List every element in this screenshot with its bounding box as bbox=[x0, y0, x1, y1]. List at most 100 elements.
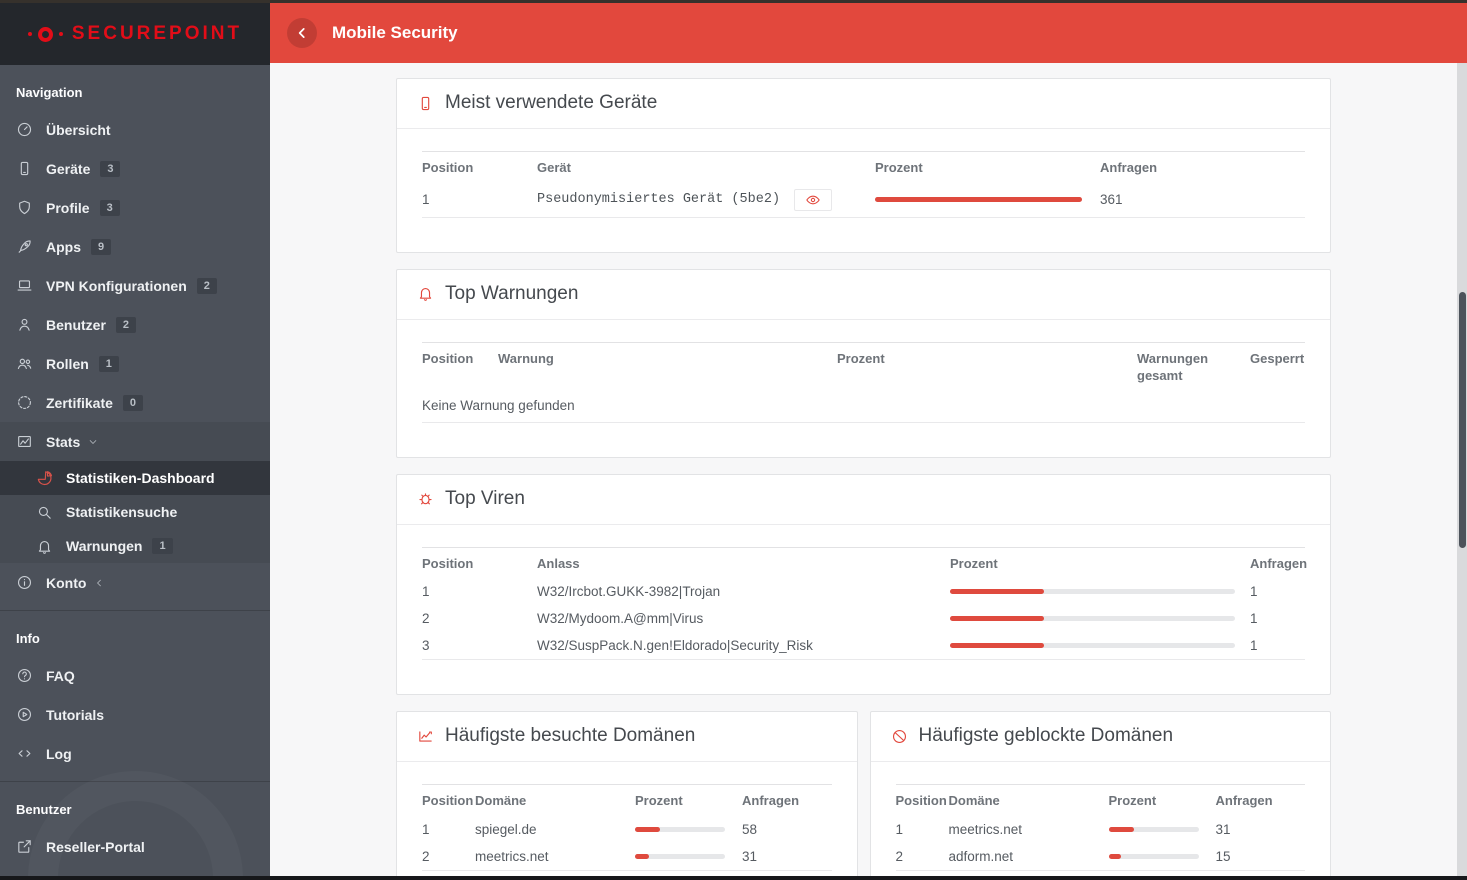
progress-track bbox=[875, 197, 1082, 203]
table-body: 1 W32/Ircbot.GUKK-3982|Trojan 1 2 W32/Mydoom… bbox=[422, 578, 1305, 661]
gauge-icon bbox=[16, 121, 33, 138]
cert-icon bbox=[16, 394, 33, 411]
column-header-domane: Domäne bbox=[948, 793, 1000, 809]
sidebar-nav: Navigation Übersicht Geräte 3 Profile 3 Apps 9 V… bbox=[0, 65, 270, 876]
table-body: 1 Pseudonymisiertes Gerät (5be2) 361 bbox=[422, 183, 1305, 218]
column-header-position: Position bbox=[422, 793, 474, 809]
table-header-row: Position Gerät Prozent Anfragen bbox=[422, 151, 1305, 183]
info-icon bbox=[16, 574, 33, 591]
position-cell: 2 bbox=[422, 611, 430, 627]
column-header-position: Position bbox=[422, 160, 474, 175]
percent-cell bbox=[950, 643, 1250, 649]
table-body: 1 meetrics.net 31 2 adform.net 15 bbox=[895, 816, 1306, 871]
position-cell: 2 bbox=[422, 848, 430, 864]
card-devices: Meist verwendete Geräte Position Gerät Proz… bbox=[396, 78, 1331, 253]
sidebar-item-label: Rollen bbox=[46, 355, 89, 372]
sidebar-item-zertifikate[interactable]: Zertifikate 0 bbox=[0, 383, 270, 422]
logo-dot-icon bbox=[58, 32, 63, 36]
card-header: Häufigste geblockte Domänen bbox=[870, 712, 1330, 763]
cell: 15 bbox=[1215, 848, 1231, 864]
sidebar-item-label: Stats bbox=[46, 433, 81, 450]
cell: 361 bbox=[1100, 192, 1123, 208]
sidebar-item-label: Warnungen bbox=[66, 538, 143, 554]
count-badge: 1 bbox=[152, 538, 173, 554]
phone-icon bbox=[16, 160, 33, 177]
sidebar-item-ubersicht[interactable]: Übersicht bbox=[0, 110, 270, 149]
sidebar-item-profile[interactable]: Profile 3 bbox=[0, 188, 270, 227]
sidebar-item-rollen[interactable]: Rollen 1 bbox=[0, 344, 270, 383]
device-cell: Pseudonymisiertes Gerät (5be2) bbox=[537, 188, 875, 211]
column-header-anfragen: Anfragen bbox=[1100, 160, 1158, 175]
cards-row: Häufigste besuchte Domänen Position Domäne… bbox=[396, 711, 1331, 876]
back-button[interactable] bbox=[287, 18, 317, 48]
rocket-icon bbox=[16, 238, 33, 255]
user-icon bbox=[16, 316, 33, 333]
sidebar-item-konto[interactable]: Konto bbox=[0, 563, 270, 602]
sidebar-item-label: Statistikensuche bbox=[66, 504, 178, 520]
sidebar-item-label: Statistiken-Dashboard bbox=[66, 470, 215, 486]
count-badge: 3 bbox=[99, 199, 120, 216]
laptop-icon bbox=[16, 277, 33, 294]
column-header-prozent: Prozent bbox=[837, 350, 885, 366]
card-body: Position Gerät Prozent Anfragen 1 Pseudonymis… bbox=[397, 129, 1330, 252]
cell: 31 bbox=[742, 848, 758, 864]
sidebar-item-gerate[interactable]: Geräte 3 bbox=[0, 149, 270, 188]
sidebar-item-tutorials[interactable]: Tutorials bbox=[0, 695, 270, 734]
table-row: 3 W32/SuspPack.N.gen!Eldorado|Security_Ri… bbox=[422, 632, 1305, 659]
table-body: 1 spiegel.de 58 2 meetrics.net 31 bbox=[422, 816, 832, 871]
table-header-row: Position Domäne Prozent Anfragen bbox=[422, 784, 832, 816]
table-row: 2 meetrics.net 31 bbox=[422, 843, 832, 870]
sidebar-item-label: Konto bbox=[46, 574, 87, 591]
cell: meetrics.net bbox=[948, 821, 1023, 837]
progress-track bbox=[635, 826, 725, 832]
position-cell: 1 bbox=[422, 584, 430, 600]
column-header-anlass: Anlass bbox=[537, 555, 580, 571]
card-title: Häufigste besuchte Domänen bbox=[445, 725, 696, 747]
cell: W32/SuspPack.N.gen!Eldorado|Security_Ris… bbox=[537, 638, 813, 654]
progress-fill bbox=[950, 616, 1045, 622]
sidebar-item-faq[interactable]: FAQ bbox=[0, 656, 270, 695]
sidebar-section-header: Navigation bbox=[16, 85, 83, 100]
card-title: Top Viren bbox=[445, 487, 525, 509]
count-badge: 2 bbox=[196, 277, 217, 294]
sidebar-item-label: Profile bbox=[46, 199, 90, 216]
view-device-button[interactable] bbox=[794, 188, 833, 211]
column-header-domane: Domäne bbox=[475, 793, 527, 809]
users-icon bbox=[16, 355, 33, 372]
window-bottom-edge bbox=[0, 876, 1467, 880]
code-icon bbox=[16, 745, 33, 762]
count-badge: 1 bbox=[98, 355, 119, 372]
sidebar-item-statistikensuche[interactable]: Statistikensuche bbox=[0, 495, 270, 529]
logo-text: SECUREPOINT bbox=[71, 23, 243, 44]
app-layout: SECUREPOINT Navigation Übersicht Geräte 3 Pr… bbox=[0, 3, 1467, 876]
table-row: 1 meetrics.net 31 bbox=[896, 816, 1306, 843]
sidebar-item-statistiken-dashboard[interactable]: Statistiken-Dashboard bbox=[0, 461, 270, 495]
sidebar-item-warnungen[interactable]: Warnungen 1 bbox=[0, 529, 270, 563]
sidebar-item-vpn-konfigurationen[interactable]: VPN Konfigurationen 2 bbox=[0, 266, 270, 305]
card-visited-domains: Häufigste besuchte Domänen Position Domäne… bbox=[396, 711, 858, 876]
position-cell: 1 bbox=[422, 192, 430, 208]
sidebar-item-apps[interactable]: Apps 9 bbox=[0, 227, 270, 266]
column-header-warnungen-gesamt: Warnungen gesamt bbox=[1137, 350, 1209, 384]
sidebar-item-label: Tutorials bbox=[46, 706, 105, 723]
sidebar-item-label: Zertifikate bbox=[46, 394, 113, 411]
column-header-position: Position bbox=[422, 555, 474, 571]
count-badge: 3 bbox=[100, 160, 121, 177]
sidebar-item-label: Benutzer bbox=[46, 316, 106, 333]
scrollbar-track[interactable] bbox=[1457, 63, 1467, 876]
sidebar-item-log[interactable]: Log bbox=[0, 734, 270, 773]
card-body: Position Domäne Prozent Anfragen 1 meetrics.n… bbox=[871, 762, 1331, 876]
count-badge: 2 bbox=[115, 316, 137, 333]
sidebar-item-benutzer[interactable]: Benutzer 2 bbox=[0, 305, 270, 344]
sidebar-item-label: Übersicht bbox=[46, 121, 111, 138]
cell: 31 bbox=[1215, 821, 1231, 837]
app-window: SECUREPOINT Navigation Übersicht Geräte 3 Pr… bbox=[0, 0, 1467, 880]
table-row: 1 spiegel.de 58 bbox=[422, 816, 832, 843]
sidebar-item-stats[interactable]: Stats bbox=[0, 422, 270, 461]
card-viruses: Top Viren Position Anlass Prozent Anfragen 1 W… bbox=[396, 473, 1331, 696]
column-header-anfragen: Anfragen bbox=[1215, 793, 1273, 809]
sidebar-section: Navigation Übersicht Geräte 3 Profile 3 Apps 9 V… bbox=[0, 65, 270, 610]
device-name: Pseudonymisiertes Gerät (5be2) bbox=[537, 192, 781, 208]
column-header-warnung: Warnung bbox=[498, 350, 554, 366]
scrollbar-thumb[interactable] bbox=[1458, 292, 1466, 548]
